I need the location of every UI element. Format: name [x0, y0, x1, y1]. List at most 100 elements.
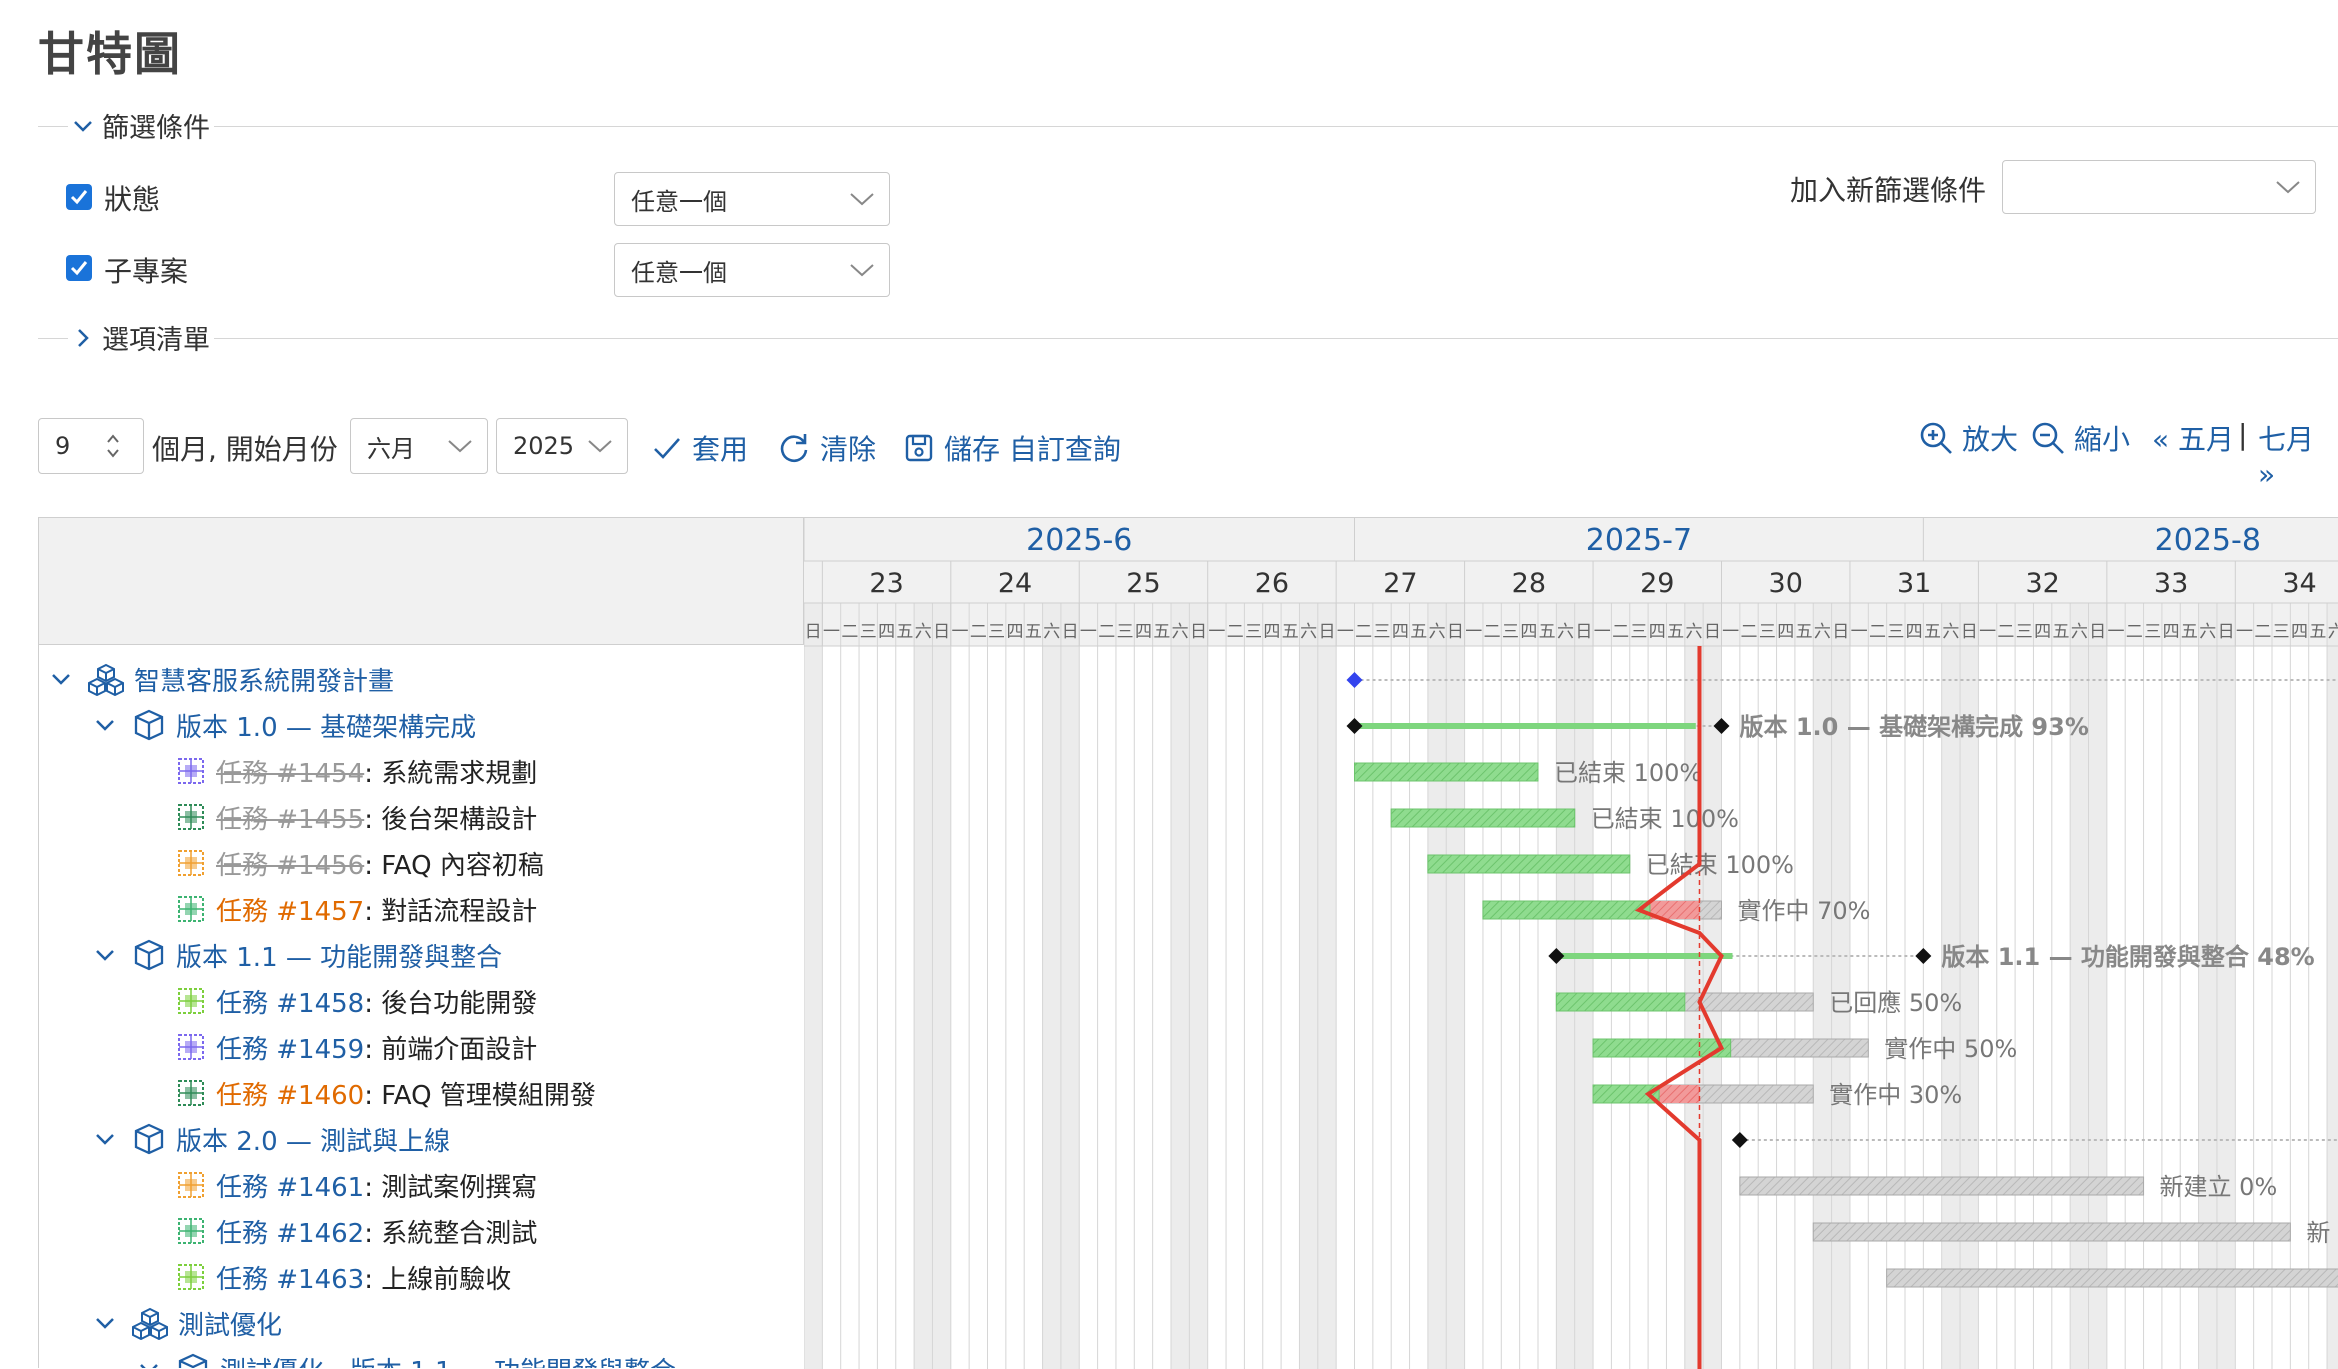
- expand-toggle[interactable]: [90, 1124, 120, 1154]
- weekday-label: 六: [1685, 622, 1702, 642]
- version-icon: [134, 1123, 164, 1155]
- next-month-link[interactable]: 七月 »: [2258, 418, 2338, 491]
- issue-link[interactable]: 任務 #1456: [216, 845, 364, 882]
- prev-month-link[interactable]: « 五月: [2152, 418, 2234, 458]
- week-label: 25: [1126, 568, 1160, 599]
- weekday-label: 四: [1263, 622, 1280, 642]
- filters-toggle[interactable]: 篩選條件: [68, 106, 214, 145]
- gantt-subject-row: 任務 #1459: 前端介面設計: [134, 1024, 537, 1070]
- weekday-label: 六: [1557, 622, 1574, 642]
- expand-toggle[interactable]: [46, 664, 76, 694]
- issue-link[interactable]: 任務 #1462: [216, 1213, 364, 1250]
- task-bar-done: [1390, 808, 1576, 828]
- apply-button[interactable]: 套用: [650, 428, 748, 468]
- weekday-label: 三: [1245, 622, 1262, 642]
- chevron-down-icon[interactable]: [93, 1127, 117, 1151]
- months-stepper[interactable]: 9: [38, 418, 144, 474]
- project-link[interactable]: 智慧客服系統開發計畫: [134, 661, 394, 698]
- issue-subject: : 系統需求規劃: [364, 758, 538, 789]
- weekday-label: 四: [878, 622, 895, 642]
- task-bar[interactable]: [1886, 1268, 2338, 1288]
- week-label: 29: [1640, 568, 1674, 599]
- add-filter-select[interactable]: [2002, 160, 2316, 214]
- weekday-label: 二: [841, 622, 858, 642]
- chevron-down-icon[interactable]: [93, 1311, 117, 1335]
- issue-link[interactable]: 任務 #1460: [216, 1075, 364, 1112]
- subproject-filter-checkbox[interactable]: [66, 255, 92, 281]
- expand-toggle[interactable]: [134, 1354, 164, 1368]
- chevron-down-icon[interactable]: [49, 667, 73, 691]
- weekday-label: 一: [1465, 622, 1482, 642]
- tracker-icon: [178, 896, 204, 922]
- issue-link[interactable]: 任務 #1455: [216, 799, 364, 836]
- weekday-label: 六: [1043, 622, 1060, 642]
- start-month-value: 六月: [367, 434, 415, 463]
- weekday-label: 一: [1594, 622, 1611, 642]
- chevron-down-icon: [850, 193, 874, 206]
- status-operator-select[interactable]: 任意一個: [614, 172, 890, 226]
- status-filter-label: 狀態: [104, 183, 161, 216]
- start-month-select[interactable]: 六月: [350, 418, 488, 474]
- task-bar-label: 已結束 100%: [1591, 805, 1739, 833]
- chevron-down-icon: [448, 440, 472, 453]
- check-icon: [654, 438, 680, 459]
- version-link[interactable]: 版本 2.0 — 測試與上線: [176, 1121, 450, 1158]
- tracker-icon: [178, 1218, 204, 1244]
- version-link[interactable]: 測試優化 - 版本 1.1 — 功能開發與整合: [220, 1351, 676, 1369]
- weekday-label: 四: [1906, 622, 1923, 642]
- weekday-label: 一: [2236, 622, 2253, 642]
- start-year-select[interactable]: 2025: [496, 418, 628, 474]
- options-toggle[interactable]: 選項清單: [68, 318, 214, 357]
- weekday-label: 日: [933, 622, 950, 642]
- weekday-label: 日: [1062, 622, 1079, 642]
- issue-link[interactable]: 任務 #1459: [216, 1029, 364, 1066]
- clear-button[interactable]: 清除: [776, 428, 876, 468]
- weekday-label: 三: [1630, 622, 1647, 642]
- weekday-label: 四: [1392, 622, 1409, 642]
- issue-link[interactable]: 任務 #1454: [216, 753, 364, 790]
- week-label: 31: [1897, 568, 1931, 599]
- project-link[interactable]: 測試優化: [178, 1305, 282, 1342]
- weekday-label: 三: [2273, 622, 2290, 642]
- check-icon: [70, 190, 88, 205]
- issue-link[interactable]: 任務 #1461: [216, 1167, 364, 1204]
- chevron-down-icon[interactable]: [137, 1357, 161, 1368]
- expand-toggle[interactable]: [90, 710, 120, 740]
- save-query-label: 儲存 自訂查詢: [944, 433, 1121, 466]
- weekend-column: [2327, 603, 2338, 1369]
- weekday-label: 一: [1337, 622, 1354, 642]
- subproject-operator-select[interactable]: 任意一個: [614, 243, 890, 297]
- weekend-column: [2216, 603, 2236, 1369]
- status-operator-value: 任意一個: [631, 187, 727, 216]
- issue-subject: : 系統整合測試: [364, 1218, 538, 1249]
- expand-toggle[interactable]: [90, 940, 120, 970]
- month-label: 2025-7: [1586, 523, 1692, 558]
- version-icon: [178, 1353, 208, 1368]
- expand-toggle[interactable]: [90, 1308, 120, 1338]
- issue-link[interactable]: 任務 #1463: [216, 1259, 364, 1296]
- gantt-subject-row: 版本 2.0 — 測試與上線: [90, 1116, 450, 1162]
- task-bar[interactable]: [1812, 1222, 2291, 1242]
- issue-subject: : 後台功能開發: [364, 988, 538, 1019]
- weekend-column: [1060, 603, 1080, 1369]
- zoom-out-label: 縮小: [2074, 423, 2131, 456]
- issue-link[interactable]: 任務 #1457: [216, 891, 364, 928]
- save-query-button[interactable]: 儲存 自訂查詢: [902, 428, 1121, 468]
- task-bar[interactable]: [1739, 1176, 2145, 1196]
- chevron-down-icon[interactable]: [93, 943, 117, 967]
- version-link[interactable]: 版本 1.0 — 基礎架構完成: [176, 707, 476, 744]
- weekday-label: 三: [1759, 622, 1776, 642]
- chevron-down-icon[interactable]: [93, 713, 117, 737]
- version-link[interactable]: 版本 1.1 — 功能開發與整合: [176, 937, 502, 974]
- chevron-down-icon: [588, 440, 612, 453]
- weekend-column: [1446, 603, 1465, 1369]
- issue-link[interactable]: 任務 #1458: [216, 983, 364, 1020]
- weekday-label: 一: [1722, 622, 1739, 642]
- status-filter-checkbox[interactable]: [66, 184, 92, 210]
- zoom-in-button[interactable]: 放大: [1918, 418, 2018, 458]
- stepper-arrows-icon[interactable]: [105, 431, 121, 461]
- weekday-label: 一: [2108, 622, 2125, 642]
- weekday-label: 五: [1539, 622, 1556, 642]
- zoom-out-button[interactable]: 縮小: [2030, 418, 2130, 458]
- task-bar-done: [1555, 992, 1686, 1012]
